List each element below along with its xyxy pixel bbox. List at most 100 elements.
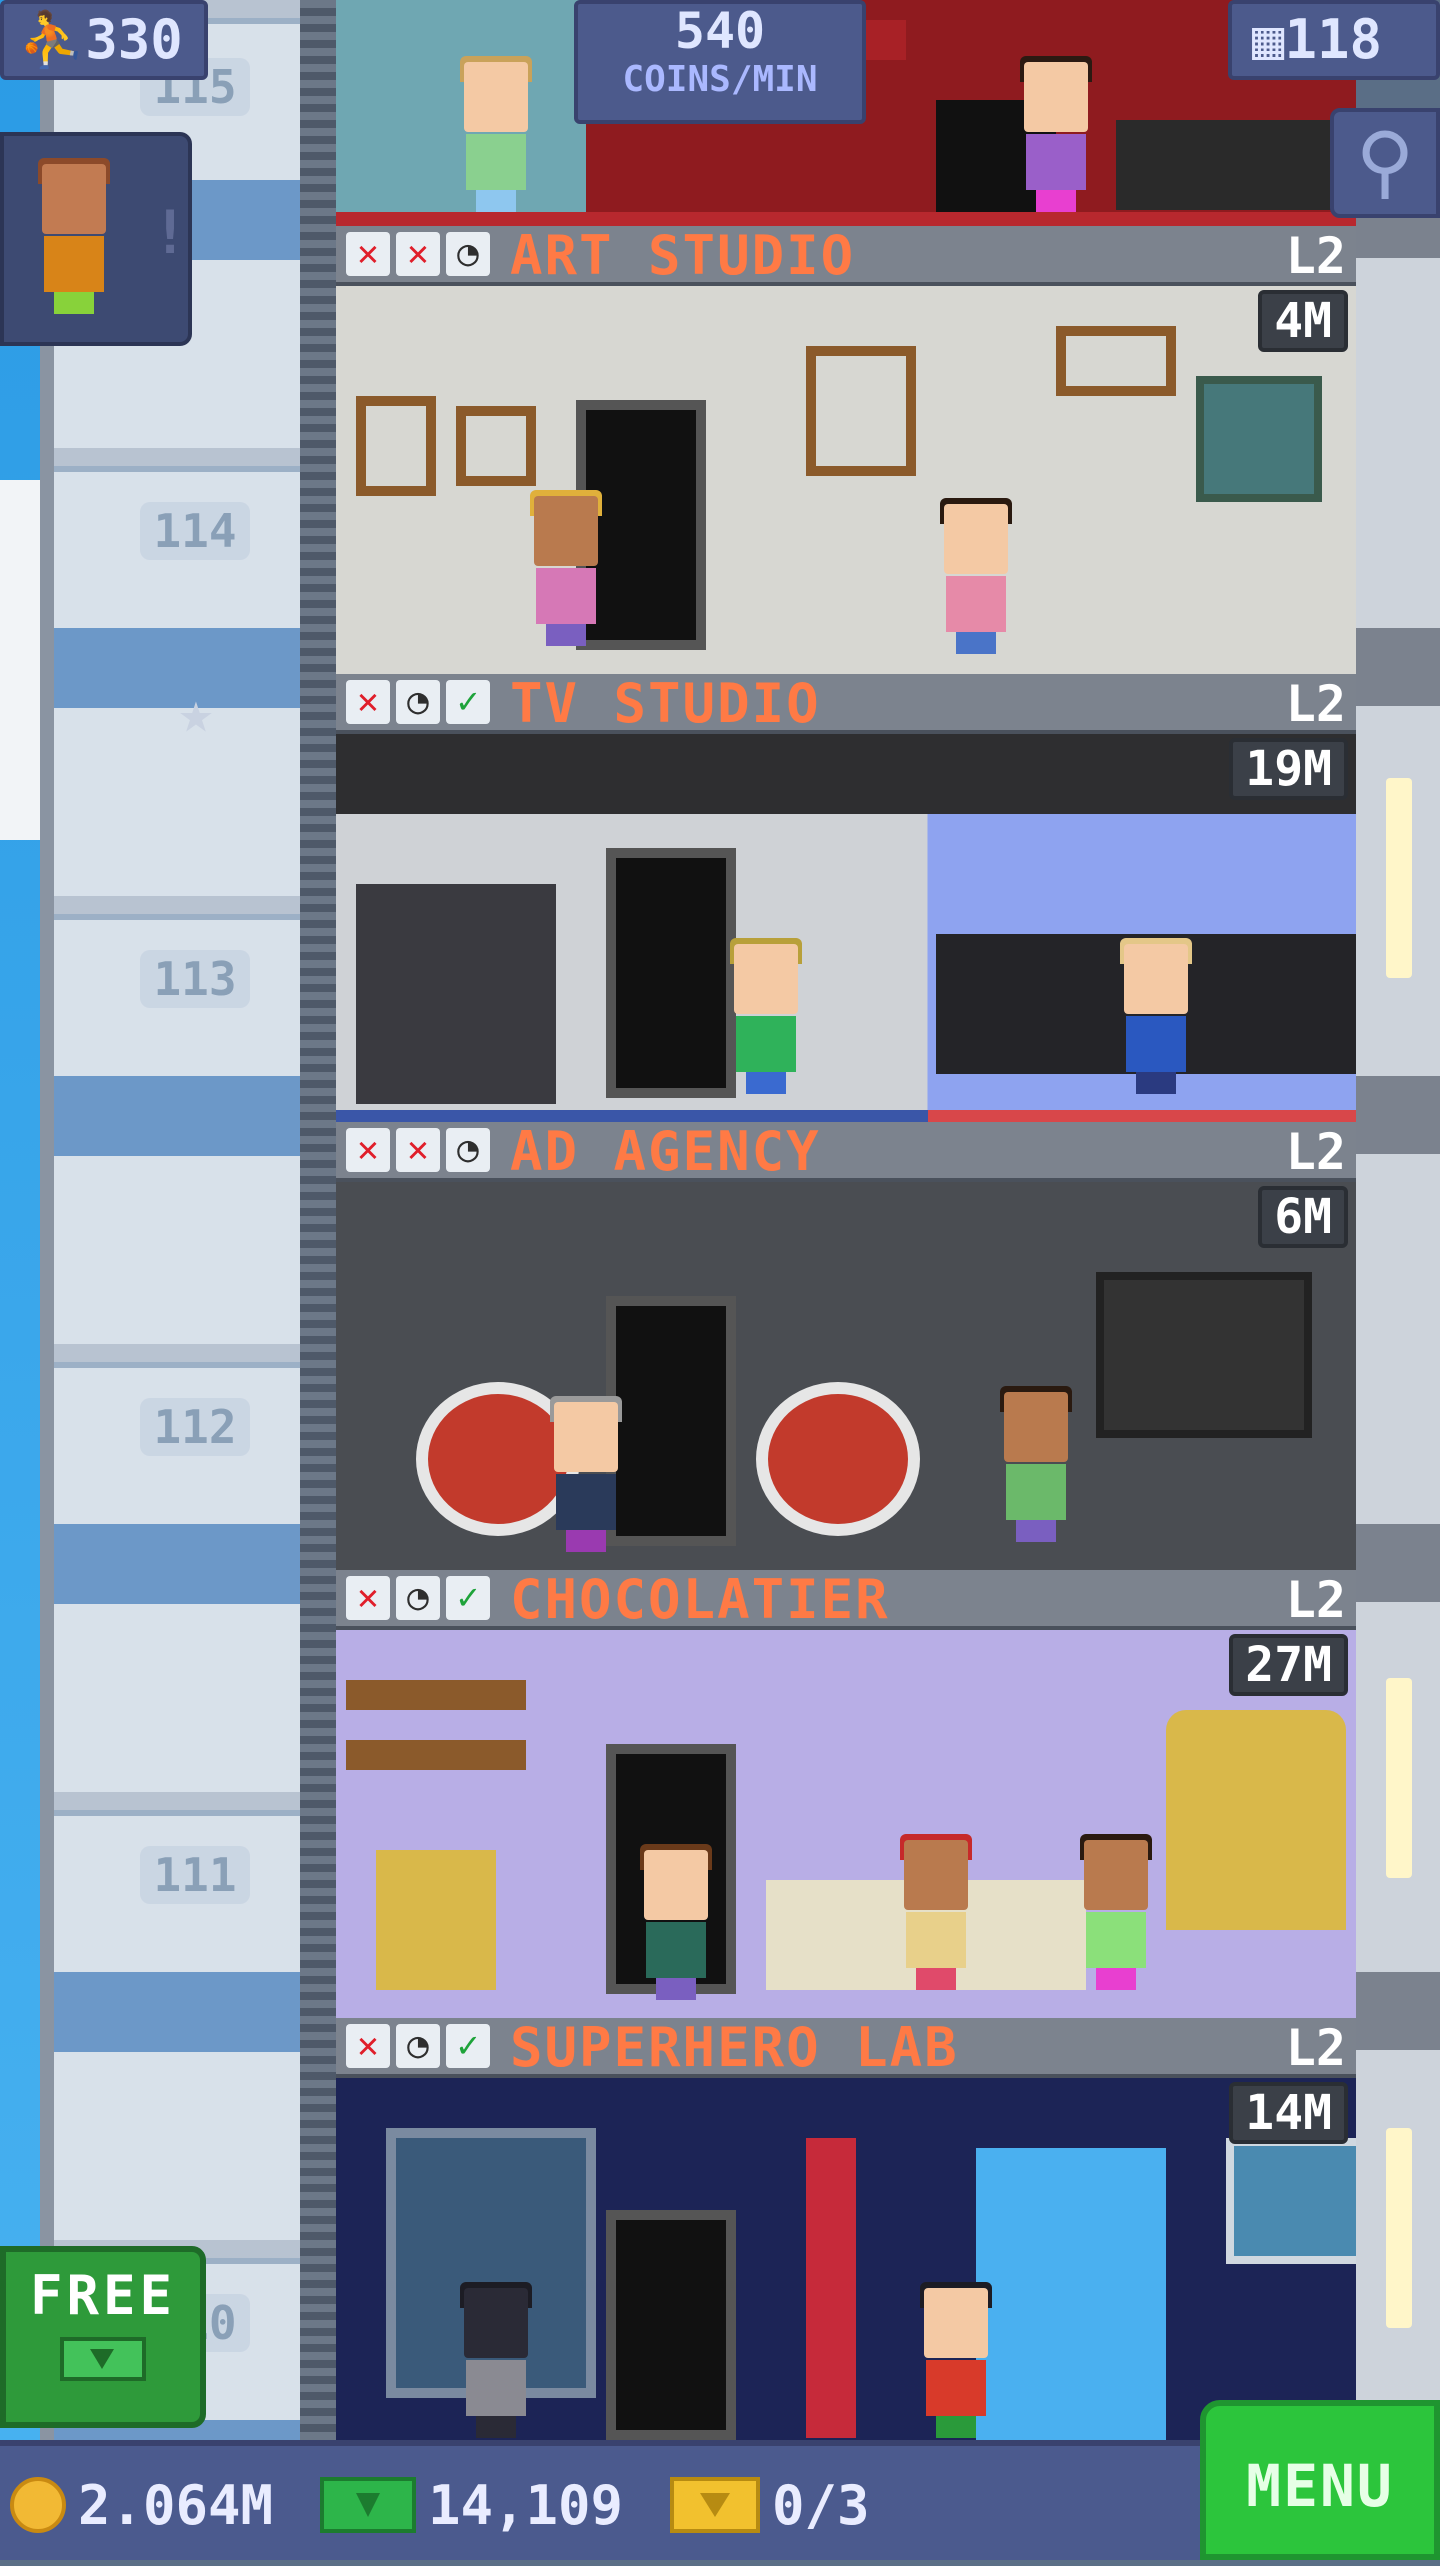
x-icon: ✕: [346, 680, 390, 724]
window: [1196, 376, 1322, 502]
floor-count-value: 118: [1284, 8, 1383, 71]
stock-badge: 14M: [1229, 2082, 1348, 2144]
wall-light: [1386, 778, 1412, 978]
painting: [1056, 326, 1176, 396]
floor-number-111: 111: [140, 1846, 250, 1904]
tickets-value: 0/3: [772, 2473, 870, 2537]
clock-icon: ◔: [396, 1576, 440, 1620]
status-icons: ✕ ✕ ◔: [346, 232, 490, 276]
x-icon: ✕: [346, 2024, 390, 2068]
check-icon: ✓: [446, 680, 490, 724]
bitizen[interactable]: [996, 1386, 1076, 1542]
free-label: FREE: [29, 2264, 177, 2327]
coins-display[interactable]: 2.064M: [10, 2470, 273, 2540]
world-map: [1226, 2138, 1356, 2264]
floor-name: TV STUDIO: [510, 672, 821, 735]
egg-chair: [756, 1382, 920, 1536]
floor-number-112: 112: [140, 1398, 250, 1456]
free-bux-button[interactable]: FREE: [0, 2246, 206, 2428]
wall-light: [1386, 1678, 1412, 1878]
person-icon: ⛹: [18, 8, 86, 71]
star-icon[interactable]: ★: [166, 682, 226, 742]
stock-badge: 4M: [1258, 290, 1348, 352]
alert-icon: !: [152, 198, 189, 268]
visitor-bitizen: [34, 158, 114, 314]
status-icons: ✕ ◔ ✓: [346, 680, 490, 724]
floor-level: L2: [1285, 1571, 1346, 1629]
bitizen[interactable]: [526, 490, 606, 646]
shelf: [346, 1680, 526, 1710]
stock-badge: 6M: [1258, 1186, 1348, 1248]
floor-level: L2: [1285, 675, 1346, 733]
bitizen[interactable]: [1076, 1834, 1156, 1990]
stock-badge: 19M: [1229, 738, 1348, 800]
room-interior[interactable]: [336, 286, 1356, 674]
floor-count[interactable]: ▦118: [1228, 0, 1440, 80]
chocolate-tank: [1166, 1710, 1346, 1930]
floor-chocolatier[interactable]: ✕ ◔ ✓ CHOCOLATIER L2 27M: [336, 1570, 1356, 2018]
floor-header: ✕ ◔ ✓ SUPERHERO LAB L2: [336, 2018, 1356, 2078]
tickets-display[interactable]: 0/3: [670, 2470, 870, 2540]
status-icons: ✕ ◔ ✓: [346, 1576, 490, 1620]
floor-superhero-lab[interactable]: ✕ ◔ ✓ SUPERHERO LAB L2 14M: [336, 2018, 1356, 2466]
coins-per-min-unit: COINS/MIN: [622, 59, 818, 100]
status-icons: ✕ ◔ ✓: [346, 2024, 490, 2068]
bitizen[interactable]: [456, 56, 536, 212]
coins-value: 2.064M: [78, 2473, 274, 2537]
population-counter[interactable]: ⛹330: [0, 0, 208, 80]
painting: [456, 406, 536, 486]
room-interior[interactable]: [336, 1630, 1356, 2018]
bitizen[interactable]: [936, 498, 1016, 654]
coin-icon: [10, 2477, 66, 2533]
wall-screen: [1096, 1272, 1312, 1438]
bitizen[interactable]: [726, 938, 806, 1094]
floor-art-studio[interactable]: ✕ ✕ ◔ ART STUDIO L2 4M: [336, 226, 1356, 674]
search-button[interactable]: ⚲: [1330, 108, 1440, 218]
portal: [976, 2148, 1166, 2440]
status-icons: ✕ ✕ ◔: [346, 1128, 490, 1172]
bux-display[interactable]: 14,109: [320, 2470, 623, 2540]
cloud: [0, 480, 40, 840]
floor-header: ✕ ◔ ✓ CHOCOLATIER L2: [336, 1570, 1356, 1630]
floor-strip: [927, 1110, 1356, 1122]
room-door: [606, 848, 736, 1098]
visitor-card[interactable]: !: [0, 132, 192, 346]
bitizen[interactable]: [1116, 938, 1196, 1094]
bitizen[interactable]: [896, 1834, 976, 1990]
room-interior[interactable]: [336, 734, 1356, 1122]
bux-value: 14,109: [428, 2473, 624, 2537]
painting: [356, 396, 436, 496]
x-icon: ✕: [346, 1576, 390, 1620]
bux-icon: [320, 2477, 416, 2533]
bitizen[interactable]: [636, 1844, 716, 2000]
painting: [806, 346, 916, 476]
x-icon: ✕: [396, 232, 440, 276]
elevator-rail: [300, 0, 336, 2440]
elevator-shaft[interactable]: [40, 0, 330, 2440]
floor-ad-agency[interactable]: ✕ ✕ ◔ AD AGENCY L2 6M: [336, 1122, 1356, 1570]
bux-icon: [60, 2337, 146, 2381]
bitizen[interactable]: [1016, 56, 1096, 212]
magnifier-icon: ⚲: [1355, 115, 1415, 208]
chocolate-vat: [376, 1850, 496, 1990]
floor-name: AD AGENCY: [510, 1120, 821, 1183]
room-interior[interactable]: [336, 1182, 1356, 1570]
clock-icon: ◔: [446, 1128, 490, 1172]
bitizen-batman[interactable]: [456, 2282, 536, 2438]
check-icon: ✓: [446, 1576, 490, 1620]
bitizen-robin[interactable]: [916, 2282, 996, 2438]
floor-number-113: 113: [140, 950, 250, 1008]
floor-name: CHOCOLATIER: [510, 1568, 890, 1631]
population-value: 330: [85, 8, 183, 71]
floor-level: L2: [1285, 1123, 1346, 1181]
floor-tv-studio[interactable]: ✕ ◔ ✓ TV STUDIO L2 19M: [336, 674, 1356, 1122]
x-icon: ✕: [396, 1128, 440, 1172]
floor-name: SUPERHERO LAB: [510, 2016, 959, 2079]
room-interior[interactable]: [336, 2078, 1356, 2440]
menu-button[interactable]: MENU: [1200, 2400, 1440, 2560]
sofa: [1116, 120, 1336, 210]
x-icon: ✕: [346, 232, 390, 276]
bitizen[interactable]: [546, 1396, 626, 1552]
wall-light: [1386, 2128, 1412, 2328]
x-icon: ✕: [346, 1128, 390, 1172]
